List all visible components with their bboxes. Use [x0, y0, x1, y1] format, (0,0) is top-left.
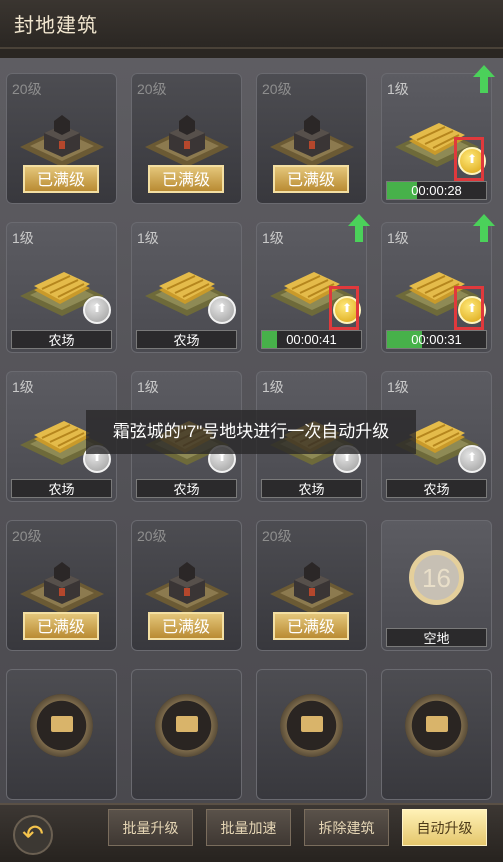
building-name-label: 空地: [386, 628, 487, 647]
upgrade-coin-disabled-icon[interactable]: ⬆: [83, 296, 111, 324]
slot-number-badge: 16: [409, 550, 464, 605]
max-level-badge: 已满级: [23, 612, 99, 640]
max-level-badge: 已满级: [148, 612, 224, 640]
highlight-box: [329, 286, 359, 330]
building-level: 1级: [262, 230, 284, 246]
building-slot-farm[interactable]: 1级 ⬆ 农场: [6, 222, 117, 353]
building-slot-manor[interactable]: 20级已满级: [6, 520, 117, 651]
upgrade-available-arrow-icon: [473, 214, 495, 242]
bottom-toolbar: ↶ 批量升级 批量加速 拆除建筑 自动升级: [0, 803, 503, 862]
building-slot-locked[interactable]: [256, 669, 367, 800]
max-level-badge: 已满级: [23, 165, 99, 193]
page-title: 封地建筑: [14, 15, 98, 37]
building-level: 20级: [262, 528, 292, 544]
building-name-label: 农场: [136, 330, 237, 349]
manor-building-image: [20, 558, 104, 614]
upgrade-available-arrow-icon: [473, 65, 495, 93]
building-level: 1级: [387, 379, 409, 395]
manor-building-image: [145, 111, 229, 167]
locked-chest-icon: [176, 716, 198, 732]
building-slot-manor[interactable]: 20级已满级: [256, 520, 367, 651]
building-slot-manor[interactable]: 20级已满级: [256, 73, 367, 204]
building-level: 1级: [262, 379, 284, 395]
manor-building-image: [270, 111, 354, 167]
manor-building-image: [145, 558, 229, 614]
building-level: 1级: [12, 379, 34, 395]
building-slot-locked[interactable]: [6, 669, 117, 800]
building-level: 20级: [12, 81, 42, 97]
upgrade-coin-disabled-icon[interactable]: ⬆: [208, 296, 236, 324]
building-slot-farm[interactable]: 1级 ⬆ 00:00:31: [381, 214, 495, 353]
building-slot-farm[interactable]: 1级 ⬆ 农场: [131, 222, 242, 353]
locked-chest-icon: [301, 716, 323, 732]
building-slot-manor[interactable]: 20级已满级: [6, 73, 117, 204]
upgrade-timer-text: 00:00:41: [286, 332, 337, 347]
building-level: 1级: [387, 230, 409, 246]
building-level: 1级: [12, 230, 34, 246]
building-slot-farm[interactable]: 1级 ⬆ 00:00:28: [381, 65, 495, 204]
highlight-box: [454, 286, 484, 330]
building-level: 20级: [137, 528, 167, 544]
building-level: 1级: [137, 379, 159, 395]
upgrade-available-arrow-icon: [348, 214, 370, 242]
building-slot-farm[interactable]: 1级 ⬆ 00:00:41: [256, 214, 370, 353]
upgrade-coin-disabled-icon[interactable]: ⬆: [458, 445, 486, 473]
batch-upgrade-button[interactable]: 批量升级: [108, 809, 193, 846]
batch-speedup-button[interactable]: 批量加速: [206, 809, 291, 846]
upgrade-timer: 00:00:41: [261, 330, 362, 349]
max-level-badge: 已满级: [273, 165, 349, 193]
building-name-label: 农场: [386, 479, 487, 498]
locked-chest-icon: [426, 716, 448, 732]
back-arrow-icon: ↶: [22, 819, 44, 849]
building-slot-manor[interactable]: 20级已满级: [131, 73, 242, 204]
highlight-box: [454, 137, 484, 181]
building-level: 20级: [137, 81, 167, 97]
auto-upgrade-button[interactable]: 自动升级: [402, 809, 487, 846]
max-level-badge: 已满级: [273, 612, 349, 640]
locked-chest-icon: [51, 716, 73, 732]
demolish-building-button[interactable]: 拆除建筑: [304, 809, 389, 846]
upgrade-timer: 00:00:28: [386, 181, 487, 200]
building-slot-empty[interactable]: 16 空地: [381, 520, 492, 651]
upgrade-timer-text: 00:00:31: [411, 332, 462, 347]
building-slot-locked[interactable]: [131, 669, 242, 800]
upgrade-timer: 00:00:31: [386, 330, 487, 349]
building-level: 1级: [387, 81, 409, 97]
manor-building-image: [270, 558, 354, 614]
building-name-label: 农场: [136, 479, 237, 498]
building-level: 20级: [12, 528, 42, 544]
building-name-label: 农场: [11, 479, 112, 498]
manor-building-image: [20, 111, 104, 167]
building-name-label: 农场: [261, 479, 362, 498]
building-level: 20级: [262, 81, 292, 97]
building-level: 1级: [137, 230, 159, 246]
building-slot-manor[interactable]: 20级已满级: [131, 520, 242, 651]
upgrade-timer-text: 00:00:28: [411, 183, 462, 198]
back-button[interactable]: ↶: [13, 815, 53, 855]
building-name-label: 农场: [11, 330, 112, 349]
auto-upgrade-toast: 霜弦城的"7"号地块进行一次自动升级: [86, 410, 416, 454]
title-bar: 封地建筑: [0, 0, 503, 49]
max-level-badge: 已满级: [148, 165, 224, 193]
building-slot-locked[interactable]: [381, 669, 492, 800]
